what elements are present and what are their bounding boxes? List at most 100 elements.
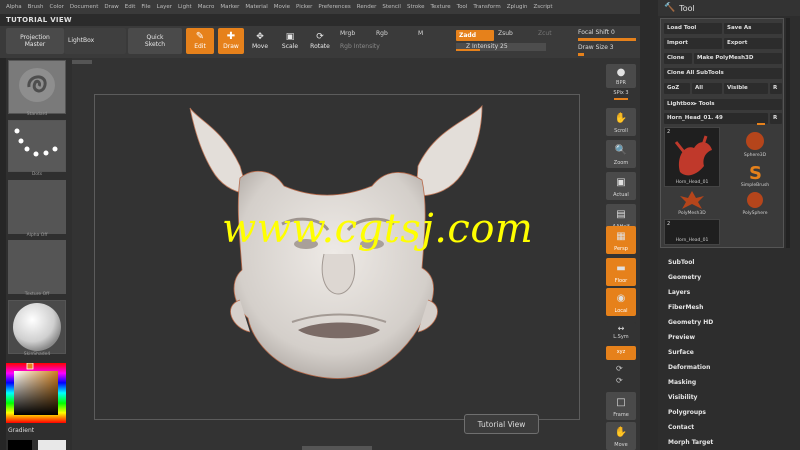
draw-size-slider[interactable]: Draw Size 3 (578, 43, 638, 53)
horn-head-tool-thumb-2[interactable]: 2 Horn_Head_01 (664, 219, 720, 245)
z-intensity-slider[interactable]: Z Intensity 25 (456, 43, 546, 51)
subpalette-geometry[interactable]: Geometry (668, 270, 713, 285)
secondary-color-swatch[interactable] (38, 440, 66, 450)
polymesh3d-tool-thumb[interactable]: PolyMesh3D (667, 189, 717, 219)
menu-marker[interactable]: Marker (220, 4, 239, 10)
lsym-button[interactable]: ↔ L.Sym (606, 322, 636, 342)
viewport[interactable] (72, 58, 602, 450)
goz-r-button[interactable]: R (770, 83, 782, 94)
menu-brush[interactable]: Brush (28, 4, 44, 10)
save-as-button[interactable]: Save As (724, 23, 782, 34)
menu-draw[interactable]: Draw (104, 4, 118, 10)
subpalette-surface[interactable]: Surface (668, 345, 713, 360)
goz-button[interactable]: GoZ (664, 83, 690, 94)
polysphere-tool-thumb[interactable]: PolySphere (731, 189, 779, 219)
make-polymesh-button[interactable]: Make PolyMesh3D (694, 53, 782, 64)
lightbox-tools-button[interactable]: Lightbox▸ Tools (664, 99, 782, 110)
menu-material[interactable]: Material (245, 4, 267, 10)
subpalette-morph-target[interactable]: Morph Target (668, 435, 713, 450)
subpalette-contact[interactable]: Contact (668, 420, 713, 435)
import-button[interactable]: Import (664, 38, 722, 49)
stroke-thumbnail[interactable] (8, 120, 66, 172)
scale-button[interactable]: ▣ Scale (278, 28, 302, 54)
subpalette-polygroups[interactable]: Polygroups (668, 405, 713, 420)
menu-document[interactable]: Document (70, 4, 99, 10)
horn-head-tool-thumb[interactable]: 2 Horn_Head_01 (664, 127, 720, 187)
projection-master-button[interactable]: Projection Master (6, 28, 64, 54)
spix-slider[interactable]: SPix 3 (606, 90, 636, 96)
zsub-button[interactable]: Zsub (498, 30, 513, 37)
tool-palette-header[interactable]: 🔨 Tool (658, 0, 800, 16)
menu-color[interactable]: Color (50, 4, 64, 10)
zoom-button[interactable]: 🔍 Zoom (606, 140, 636, 168)
rotate-z-icon[interactable]: ⟳ (616, 376, 623, 385)
texture-thumbnail[interactable] (8, 240, 66, 294)
menu-edit[interactable]: Edit (125, 4, 136, 10)
menu-zscript[interactable]: Zscript (533, 4, 552, 10)
subpalette-deformation[interactable]: Deformation (668, 360, 713, 375)
zcut-button[interactable]: Zcut (538, 30, 552, 37)
load-tool-button[interactable]: Load Tool (664, 23, 722, 34)
current-tool-slider[interactable]: Horn_Head_01. 49 (664, 113, 768, 124)
menu-light[interactable]: Light (178, 4, 192, 10)
menu-macro[interactable]: Macro (198, 4, 215, 10)
rotate-y-icon[interactable]: ⟳ (616, 364, 623, 373)
scroll-button[interactable]: ✋ Scroll (606, 108, 636, 136)
draw-button[interactable]: ✚ Draw (218, 28, 244, 54)
brush-thumbnail[interactable] (8, 60, 66, 114)
subpalette-layers[interactable]: Layers (668, 285, 713, 300)
rgb-button[interactable]: Rgb (376, 30, 388, 37)
quick-sketch-button[interactable]: Quick Sketch (128, 28, 182, 54)
rgb-intensity-slider[interactable]: Rgb Intensity (340, 43, 380, 50)
m-button[interactable]: M (418, 30, 423, 37)
edit-button[interactable]: ✎ Edit (186, 28, 214, 54)
gradient-label[interactable]: Gradient (8, 427, 34, 434)
menu-file[interactable]: File (141, 4, 150, 10)
current-tool-r-button[interactable]: R (770, 113, 782, 124)
menu-zplugin[interactable]: Zplugin (507, 4, 528, 10)
subpalette-geometry-hd[interactable]: Geometry HD (668, 315, 713, 330)
color-picker[interactable] (6, 362, 66, 423)
sphere3d-tool-thumb[interactable]: Sphere3D (731, 129, 779, 161)
focal-shift-slider[interactable]: Focal Shift 0 (578, 28, 638, 38)
actual-button[interactable]: ▣ Actual (606, 172, 636, 200)
mrgb-button[interactable]: Mrgb (340, 30, 355, 37)
subpalette-visibility[interactable]: Visibility (668, 390, 713, 405)
subpalette-preview[interactable]: Preview (668, 330, 713, 345)
subpalette-fibermesh[interactable]: FiberMesh (668, 300, 713, 315)
simplebrush-tool-thumb[interactable]: S SimpleBrush (731, 159, 779, 191)
frame-button[interactable]: □ Frame (606, 392, 636, 420)
xyz-button[interactable]: xyz (606, 346, 636, 360)
menu-transform[interactable]: Transform (473, 4, 500, 10)
menu-picker[interactable]: Picker (296, 4, 312, 10)
menu-stroke[interactable]: Stroke (407, 4, 425, 10)
menu-movie[interactable]: Movie (274, 4, 290, 10)
local-button[interactable]: ◉ Local (606, 288, 636, 316)
clone-all-subtools-button[interactable]: Clone All SubTools (664, 68, 782, 79)
goz-visible-button[interactable]: Visible (724, 83, 768, 94)
zadd-button[interactable]: Zadd (456, 30, 494, 41)
rotate-button[interactable]: ⟳ Rotate (308, 28, 332, 54)
subpalette-subtool[interactable]: SubTool (668, 255, 713, 270)
tool-palette-scrollbar[interactable] (786, 18, 790, 248)
move-button[interactable]: ✥ Move (248, 28, 272, 54)
clone-button[interactable]: Clone (664, 53, 692, 64)
menu-preferences[interactable]: Preferences (318, 4, 350, 10)
viewport-bottom-scroll[interactable] (302, 446, 372, 450)
menu-render[interactable]: Render (357, 4, 377, 10)
menu-tool[interactable]: Tool (457, 4, 468, 10)
lightbox-button[interactable]: LightBox (64, 28, 126, 54)
subpalette-masking[interactable]: Masking (668, 375, 713, 390)
alpha-thumbnail[interactable] (8, 180, 66, 234)
bpr-button[interactable]: ● BPR (606, 64, 636, 88)
material-thumbnail[interactable] (8, 300, 66, 354)
export-button[interactable]: Export (724, 38, 782, 49)
main-color-swatch[interactable] (8, 440, 32, 450)
menu-texture[interactable]: Texture (431, 4, 451, 10)
move-view-button[interactable]: ✋ Move (606, 422, 636, 450)
floor-button[interactable]: ▬ Floor (606, 258, 636, 286)
persp-button[interactable]: ▦ Persp (606, 226, 636, 254)
menu-stencil[interactable]: Stencil (382, 4, 401, 10)
goz-all-button[interactable]: All (692, 83, 722, 94)
menu-layer[interactable]: Layer (157, 4, 172, 10)
